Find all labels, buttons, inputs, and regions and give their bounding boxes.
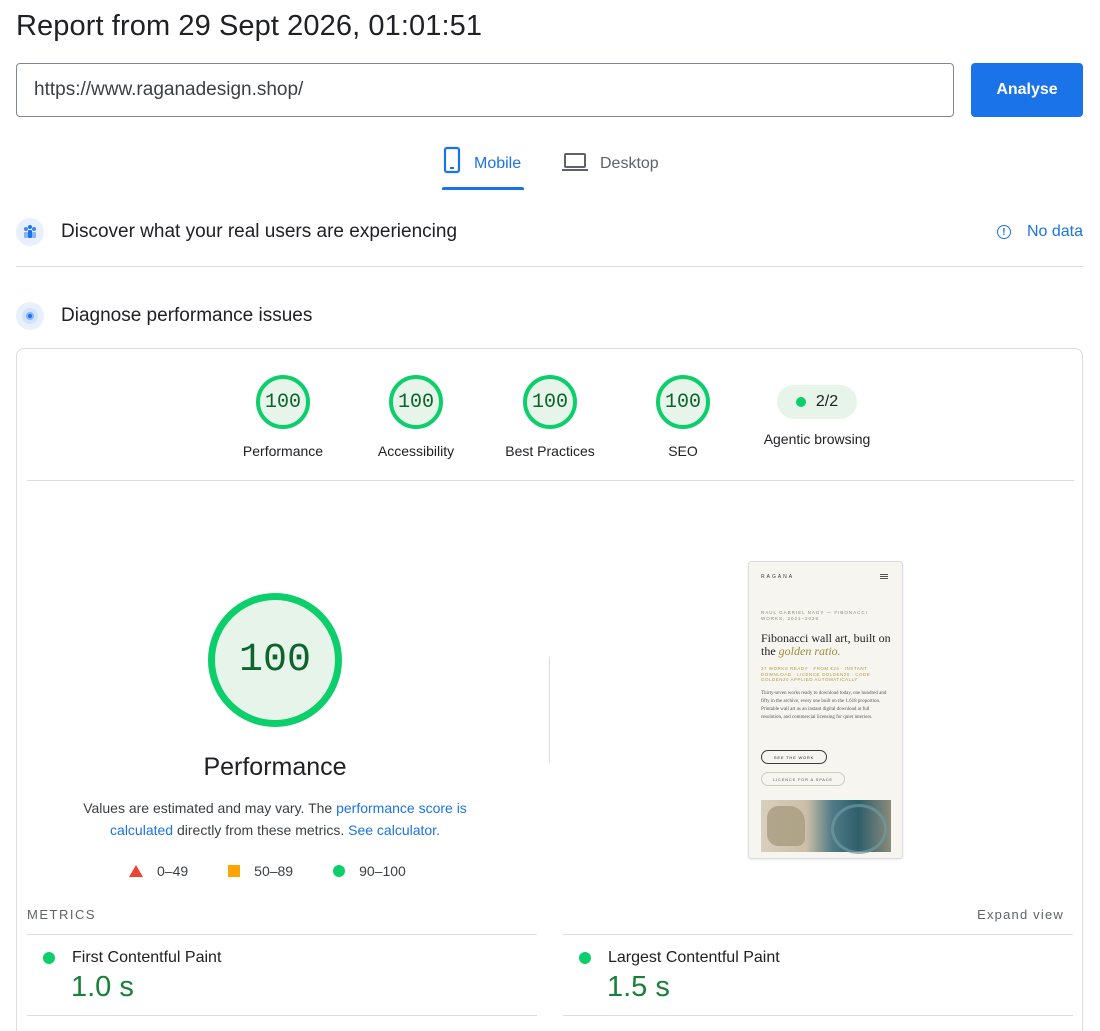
info-icon: !: [996, 225, 1011, 239]
metric-name: First Contentful Paint: [72, 949, 222, 966]
gauge-score: 100: [523, 375, 577, 429]
gauge-score: 100: [389, 375, 443, 429]
card-divider: [27, 480, 1074, 481]
score-description: Values are estimated and may vary. The p…: [65, 797, 485, 841]
report-card: 100 Performance 100 Accessibility 100 Be…: [16, 348, 1083, 1031]
laptop-icon: [562, 146, 588, 179]
desc-text: directly from these metrics.: [173, 822, 349, 838]
gauge-agentic-browsing[interactable]: 2/2 Agentic browsing: [750, 375, 884, 447]
gauge-score: 100: [656, 375, 710, 429]
gauge-seo[interactable]: 100 SEO: [616, 375, 750, 459]
gauge-label: Accessibility: [377, 443, 455, 459]
legend-range: 0–49: [157, 863, 189, 879]
preview-gold-line: 37 WORKS READY · FROM €24 · INSTANT DOWN…: [761, 666, 871, 682]
analyse-button[interactable]: Analyse: [971, 63, 1083, 117]
legend-item-pass: 90–100: [333, 863, 406, 879]
preview-brand: RAGANA: [761, 574, 795, 580]
metric-name: Largest Contentful Paint: [608, 949, 780, 966]
url-input[interactable]: [16, 63, 954, 117]
diagnose-title: Diagnose performance issues: [61, 305, 313, 326]
metrics-heading: METRICS: [27, 907, 96, 922]
expand-view-button[interactable]: Expand view: [977, 907, 1064, 922]
score-legend: 0–49 50–89 90–100: [129, 863, 446, 879]
users-icon: [16, 218, 44, 246]
page-title: Report from 29 Sept 2026, 01:01:51: [16, 10, 483, 42]
metric-value: 1.5 s: [607, 971, 670, 1003]
preview-headline-em: golden ratio.: [778, 644, 841, 658]
active-tab-indicator: [442, 187, 524, 190]
gauge-label: Performance: [242, 443, 324, 459]
tab-desktop[interactable]: Desktop: [562, 146, 659, 192]
preview-headline: Fibonacci wall art, built on the golden …: [761, 632, 891, 658]
metric-header: First Contentful Paint: [43, 949, 221, 967]
metric-value: 1.0 s: [71, 971, 134, 1003]
legend-range: 90–100: [359, 863, 406, 879]
performance-gauge-large: 100: [208, 593, 342, 727]
gauge-label: Agentic browsing: [763, 431, 871, 447]
tab-desktop-label: Desktop: [600, 155, 659, 172]
desc-text: Values are estimated and may vary. The: [83, 800, 337, 816]
pass-circle-icon: [579, 952, 591, 964]
preview-body: Thirty-seven works ready to download tod…: [761, 691, 887, 720]
section-divider: [16, 266, 1083, 267]
gauge-label: Best Practices: [505, 443, 595, 459]
tab-mobile-label: Mobile: [474, 155, 522, 172]
metric-lcp: Largest Contentful Paint 1.5 s: [563, 934, 1073, 1016]
hamburger-menu-icon: [880, 574, 888, 579]
score-gauges: 100 Performance 100 Accessibility 100 Be…: [17, 349, 1082, 481]
legend-item-average: 50–89: [228, 863, 293, 879]
agentic-badge: 2/2: [777, 385, 857, 419]
agentic-value: 2/2: [815, 393, 839, 410]
triangle-icon: [129, 865, 143, 877]
gauge-label: SEO: [668, 443, 698, 459]
gauge-accessibility[interactable]: 100 Accessibility: [349, 375, 483, 459]
no-data-label: No data: [1026, 223, 1083, 240]
metric-fcp: First Contentful Paint 1.0 s: [27, 934, 537, 1016]
legend-item-fail: 0–49: [129, 863, 188, 879]
discover-section-header: Discover what your real users are experi…: [16, 218, 1083, 246]
pass-circle-icon: [43, 952, 55, 964]
gauge-score: 100: [256, 375, 310, 429]
preview-see-work-button: SEE THE WORK: [761, 750, 827, 764]
circle-icon: [333, 865, 346, 877]
phone-icon: [442, 146, 462, 179]
metric-header: Largest Contentful Paint: [579, 949, 780, 967]
see-calculator-link[interactable]: See calculator.: [348, 822, 440, 838]
performance-label: Performance: [203, 753, 347, 781]
gauge-performance[interactable]: 100 Performance: [216, 375, 350, 459]
tab-mobile[interactable]: Mobile: [442, 146, 521, 192]
preview-eyebrow: RAUL GABRIEL NAGY — FIBONACCI WORKS, 202…: [761, 610, 868, 621]
pass-dot-icon: [795, 397, 806, 407]
no-data-link[interactable]: ! No data: [996, 223, 1083, 241]
square-icon: [228, 865, 241, 877]
target-icon: [16, 302, 44, 330]
preview-licence-button: LICENCE FOR A SPACE: [761, 772, 845, 786]
diagnose-section-header: Diagnose performance issues: [16, 302, 1083, 330]
page-screenshot-thumbnail: RAGANA RAUL GABRIEL NAGY — FIBONACCI WOR…: [748, 561, 903, 859]
legend-range: 50–89: [254, 863, 294, 879]
discover-title: Discover what your real users are experi…: [61, 221, 458, 242]
vertical-divider: [549, 657, 550, 763]
preview-artwork-image: [761, 800, 891, 854]
gauge-best-practices[interactable]: 100 Best Practices: [483, 375, 617, 459]
